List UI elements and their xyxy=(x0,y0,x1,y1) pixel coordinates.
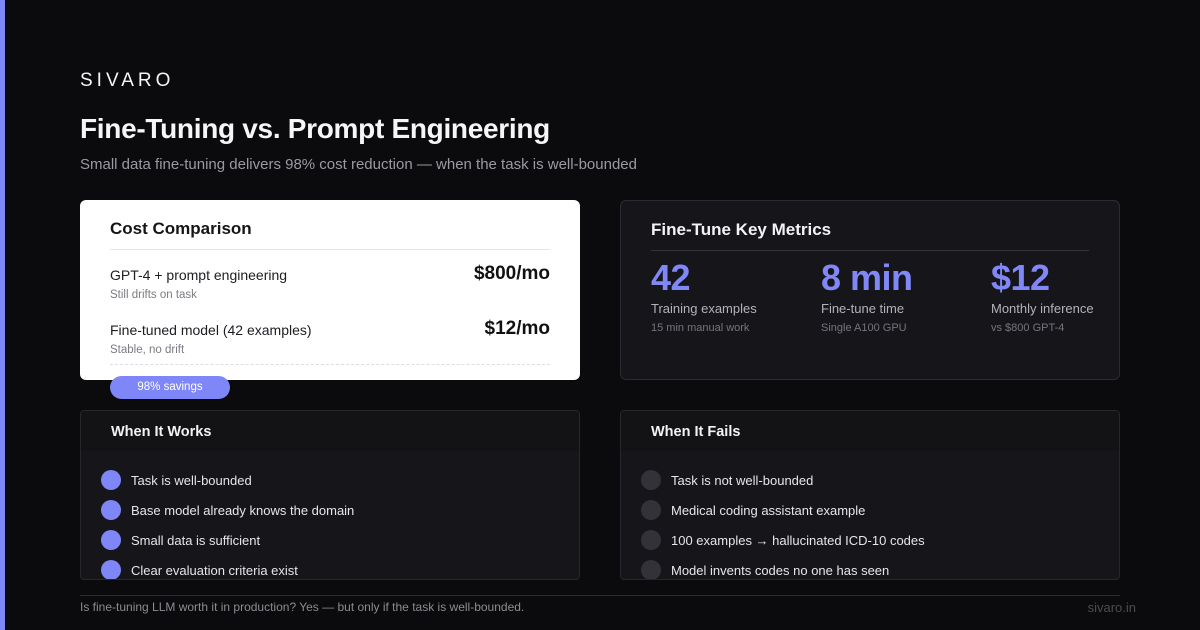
list-item-text: Clear evaluation criteria exist xyxy=(131,562,298,578)
list-item: 100 examples → hallucinated ICD-10 codes xyxy=(641,525,1119,555)
cost-row-price: $12/mo xyxy=(484,318,550,339)
metrics-card-heading: Fine-Tune Key Metrics xyxy=(651,220,832,239)
footer-domain: sivaro.in xyxy=(1087,600,1136,615)
metric-label: Monthly inference xyxy=(991,301,1094,316)
cost-row-note: Stable, no drift xyxy=(110,344,185,356)
bullet-dot-icon xyxy=(641,530,661,550)
bullet-dot-icon xyxy=(101,530,121,550)
metric-value: 42 xyxy=(651,257,691,298)
list-item: Task is not well-bounded xyxy=(641,465,1119,495)
page-title: Fine-Tuning vs. Prompt Engineering xyxy=(80,113,550,144)
key-metrics-card: Fine-Tune Key Metrics 42 Training exampl… xyxy=(620,200,1120,380)
list-item-text: Small data is sufficient xyxy=(131,532,261,548)
accent-bar xyxy=(0,0,5,630)
metric-sub: 15 min manual work xyxy=(651,322,750,334)
metric-label: Fine-tune time xyxy=(821,301,905,316)
panel-heading: When It Fails xyxy=(621,411,1119,451)
divider xyxy=(651,250,1089,251)
bullet-dot-icon xyxy=(641,560,661,579)
cost-row-note: Still drifts on task xyxy=(110,289,197,301)
footer-text: Is fine-tuning LLM worth it in productio… xyxy=(80,600,525,614)
metric-fine-tune-time: 8 min Fine-tune time Single A100 GPU xyxy=(821,257,913,334)
list-item-text: 100 examples → hallucinated ICD-10 codes xyxy=(671,532,925,548)
bullet-dot-icon xyxy=(101,500,121,520)
list-item-text: Medical coding assistant example xyxy=(671,502,866,518)
metric-sub: vs $800 GPT-4 xyxy=(991,322,1065,334)
footer-divider xyxy=(80,595,1120,596)
cost-row-gpt4: GPT-4 + prompt engineering Still drifts … xyxy=(110,263,550,301)
when-it-fails-panel: When It Fails Task is not well-bounded M… xyxy=(620,410,1120,580)
list-item: Task is well-bounded xyxy=(101,465,579,495)
list-item: Clear evaluation criteria exist xyxy=(101,555,579,579)
list-item: Medical coding assistant example xyxy=(641,495,1119,525)
bullet-dot-icon xyxy=(641,470,661,490)
metric-value: $12 xyxy=(991,257,1050,298)
cost-card-heading: Cost Comparison xyxy=(110,219,252,238)
divider xyxy=(110,249,550,250)
list-item-text: Base model already knows the domain xyxy=(131,502,355,518)
savings-badge: 98% savings xyxy=(110,376,230,399)
list-item: Small data is sufficient xyxy=(101,525,579,555)
list-item-text: Task is well-bounded xyxy=(131,472,252,488)
metric-sub: Single A100 GPU xyxy=(821,322,907,334)
brand-logo: SIVARO xyxy=(80,70,175,91)
when-it-works-panel: When It Works Task is well-bounded Base … xyxy=(80,410,580,580)
fails-list: Task is not well-bounded Medical coding … xyxy=(621,451,1119,579)
bullet-dot-icon xyxy=(101,560,121,579)
cost-row-finetuned: Fine-tuned model (42 examples) Stable, n… xyxy=(110,318,550,356)
panel-heading: When It Works xyxy=(81,411,579,451)
metric-value: 8 min xyxy=(821,257,913,298)
page-subtitle: Small data fine-tuning delivers 98% cost… xyxy=(80,156,637,173)
bullet-dot-icon xyxy=(641,500,661,520)
metric-monthly-inference: $12 Monthly inference vs $800 GPT-4 xyxy=(991,257,1094,334)
cost-row-price: $800/mo xyxy=(473,263,550,284)
list-item: Model invents codes no one has seen xyxy=(641,555,1119,579)
list-item-text: Model invents codes no one has seen xyxy=(671,562,890,578)
works-list: Task is well-bounded Base model already … xyxy=(81,451,579,579)
metric-training-examples: 42 Training examples 15 min manual work xyxy=(651,257,757,334)
list-item: Base model already knows the domain xyxy=(101,495,579,525)
metric-label: Training examples xyxy=(651,301,757,316)
dashed-divider xyxy=(110,364,550,365)
list-item-text: Task is not well-bounded xyxy=(671,472,814,488)
bullet-dot-icon xyxy=(101,470,121,490)
